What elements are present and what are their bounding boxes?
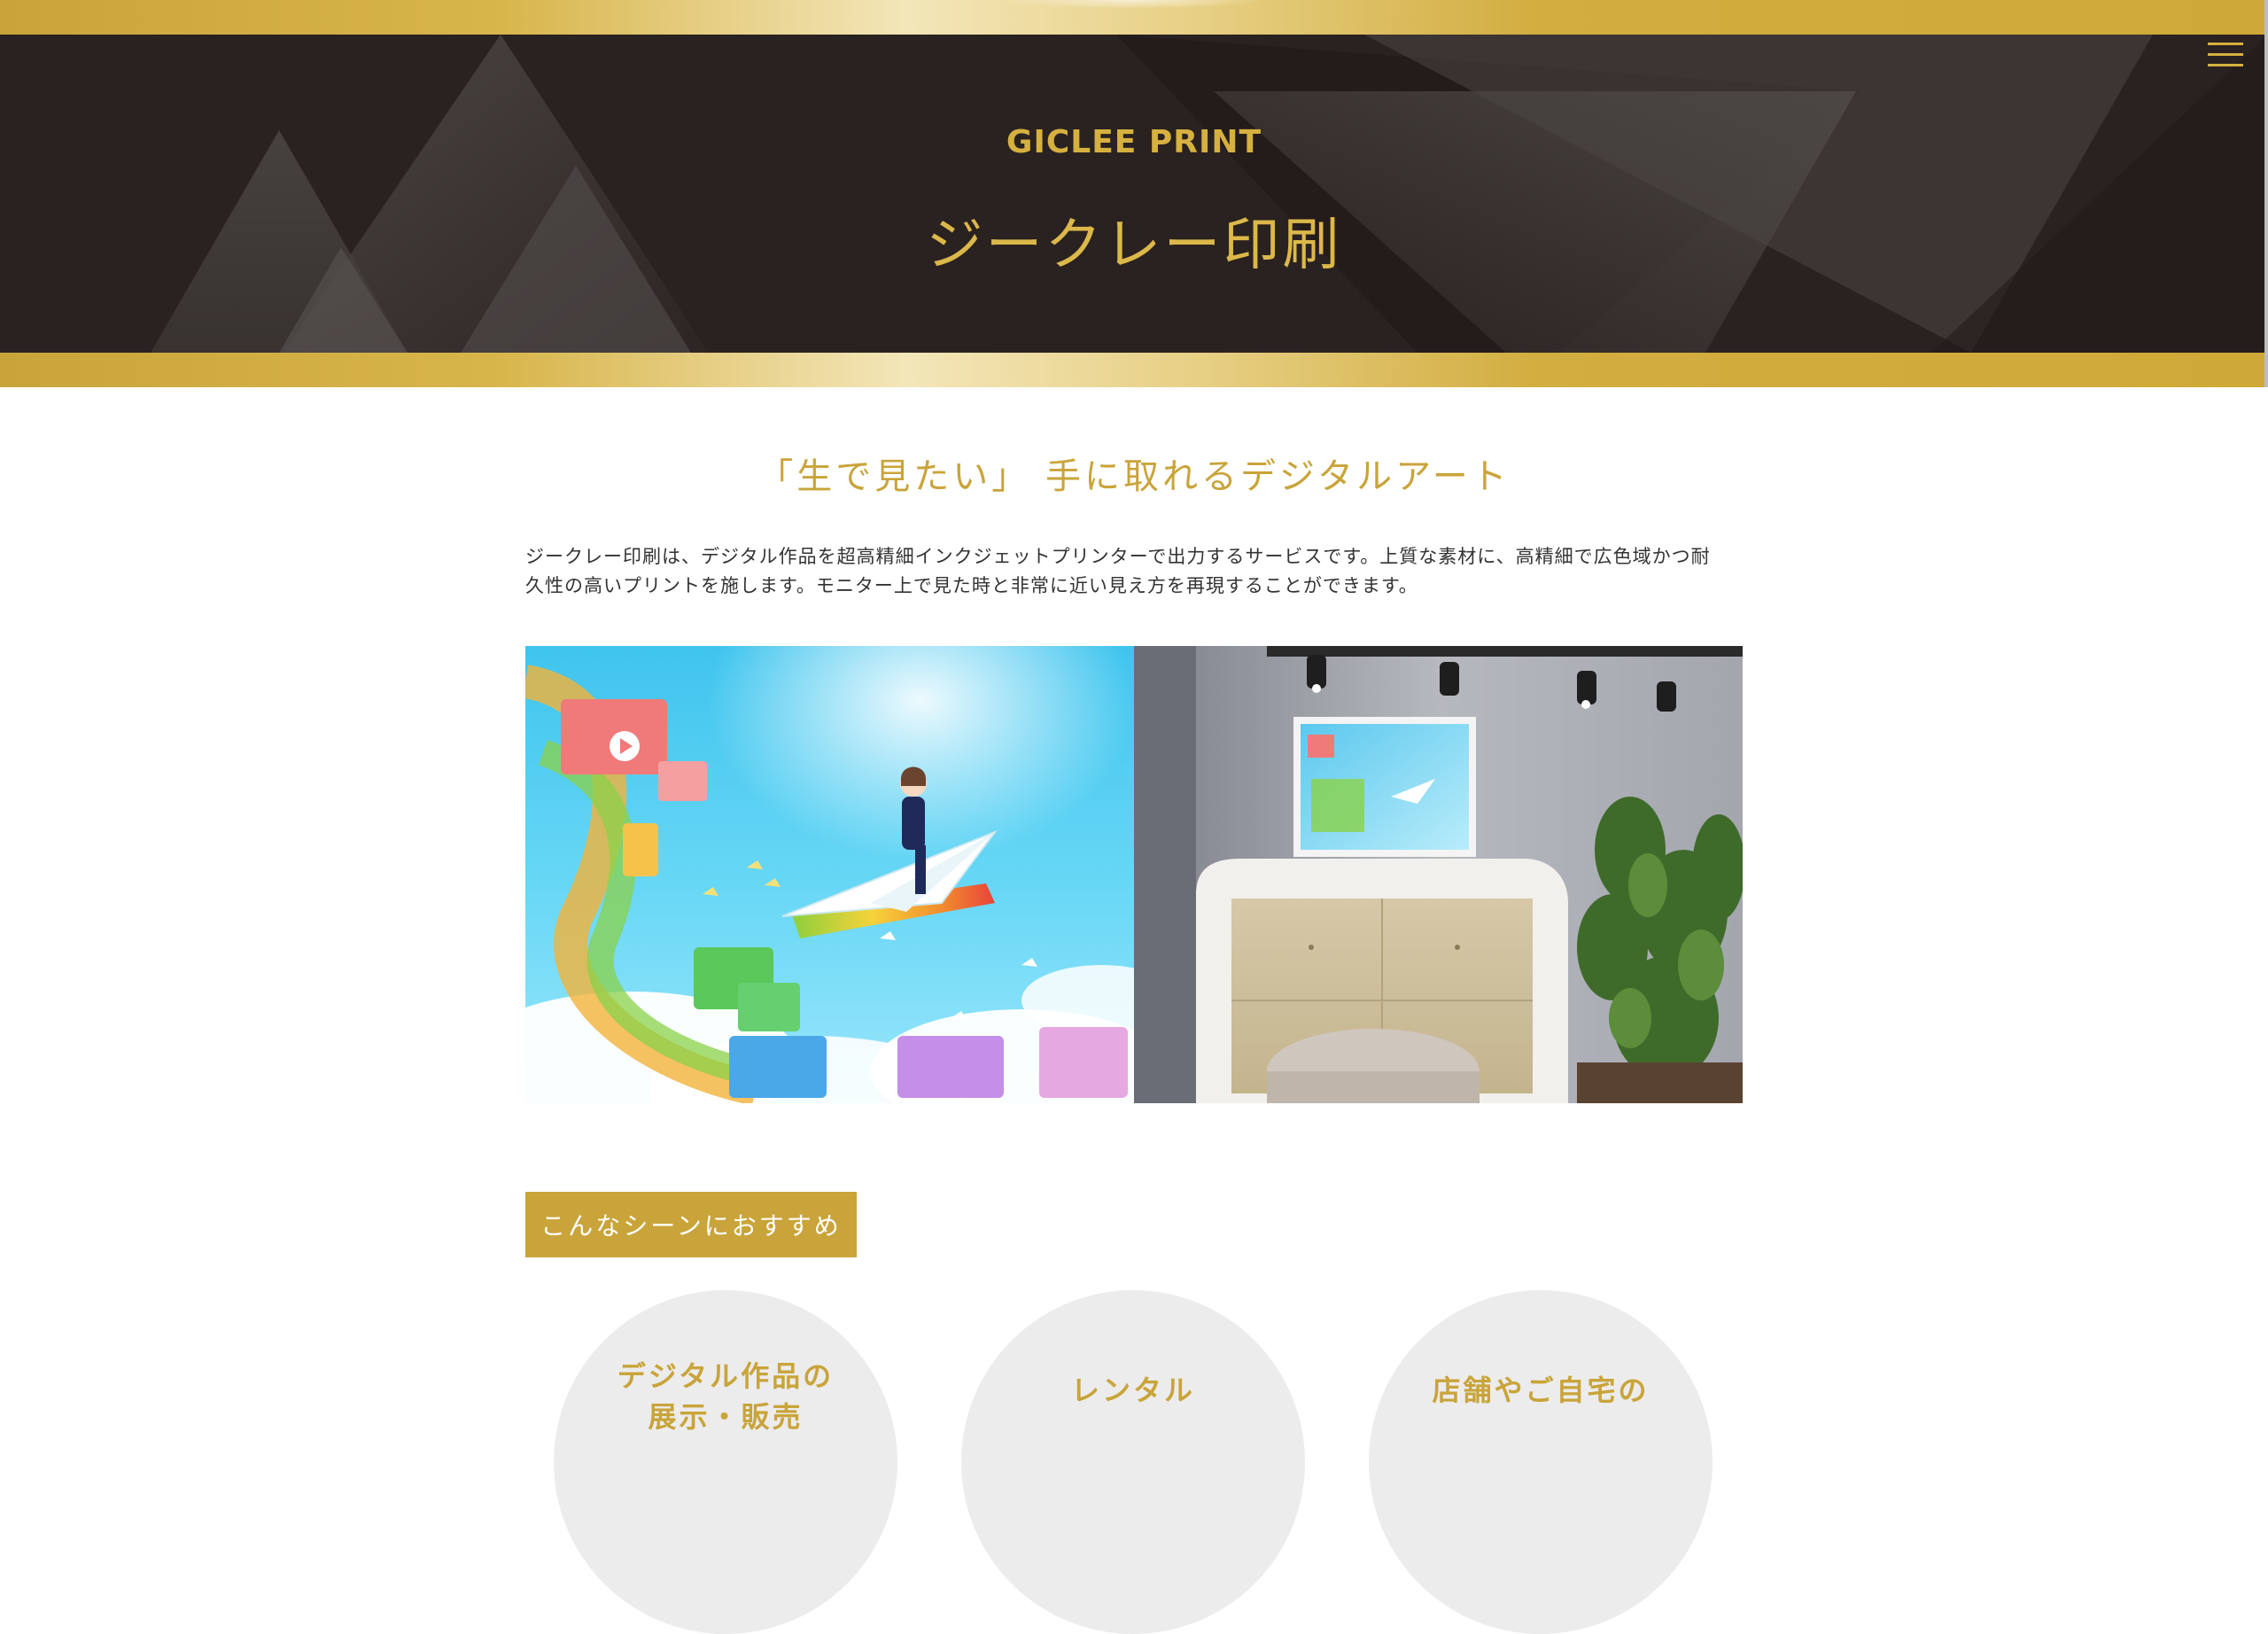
gold-top-highlight [1001, 0, 1267, 9]
menu-bar-line [2208, 53, 2243, 56]
scene-label-line: 店舗やご自宅の [1432, 1373, 1650, 1407]
dark-geometric-band [0, 35, 2268, 353]
scene-label-line: レンタル [1070, 1373, 1195, 1407]
hamburger-menu-icon[interactable] [2208, 41, 2243, 69]
scene-circle-label: レンタル [961, 1370, 1305, 1411]
section-heading: 「生で見たい」 手に取れるデジタルアート [757, 456, 1511, 497]
scene-circle-store-home: 店舗やご自宅の [1369, 1290, 1713, 1634]
scrollbar-edge [2264, 0, 2268, 387]
illustration-image [525, 646, 1134, 1103]
intro-line-2: 久性の高いプリントを施します。モニター上で見た時と非常に近い見え方を再現すること… [525, 575, 1418, 596]
geometric-triangles-pattern [151, 35, 2268, 353]
scene-circle-digital-art: デジタル作品の 展示・販売 [554, 1290, 897, 1634]
scene-label-line: 展示・販売 [648, 1400, 804, 1434]
scene-circle-label: 店舗やご自宅の [1369, 1370, 1713, 1411]
recommended-scenes-label: こんなシーンにおすすめ [525, 1192, 857, 1257]
scene-circle-label: デジタル作品の 展示・販売 [554, 1356, 897, 1437]
scene-circle-rental: レンタル [961, 1290, 1305, 1634]
page-title: ジークレー印刷 [926, 213, 1342, 278]
intro-paragraph: ジークレー印刷は、デジタル作品を超高精細インクジェットプリンターで出力するサービ… [525, 542, 1744, 601]
hero-banner: GICLEE PRINT ジークレー印刷 [0, 0, 2268, 387]
hero-subtitle: GICLEE PRINT [1006, 124, 1262, 160]
menu-bar-line [2208, 64, 2243, 66]
gold-bottom-band [0, 353, 2268, 387]
menu-bar-line [2208, 43, 2243, 45]
intro-line-1: ジークレー印刷は、デジタル作品を超高精細インクジェットプリンターで出力するサービ… [525, 546, 1711, 567]
scene-label-line: デジタル作品の [617, 1359, 835, 1393]
gallery-room-photo [1134, 646, 1743, 1103]
